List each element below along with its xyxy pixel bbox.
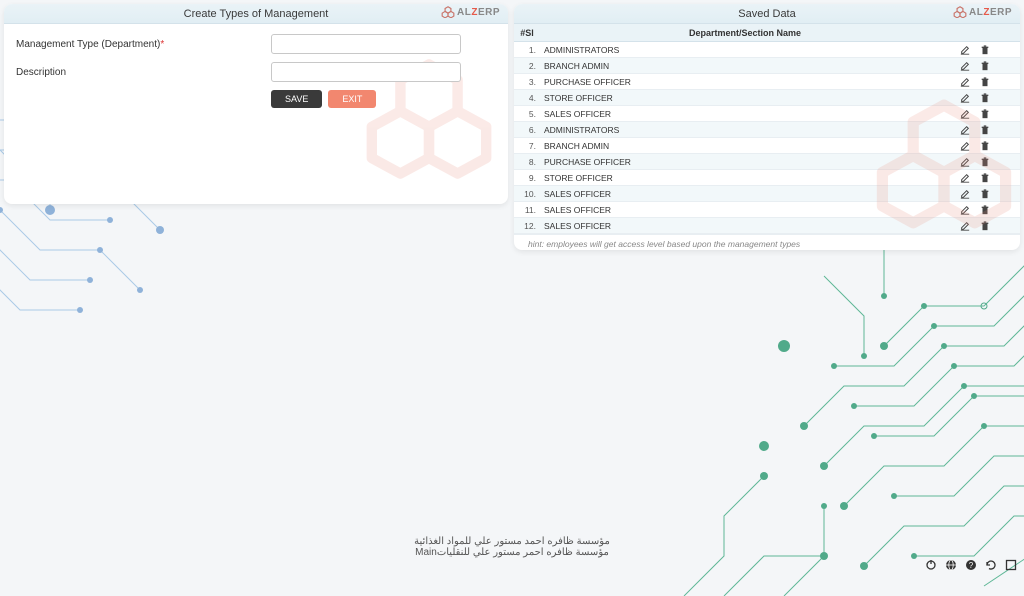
edit-icon[interactable] [960,157,970,167]
column-name: Department/Section Name [540,28,950,38]
delete-icon[interactable] [980,93,990,103]
row-name: SALES OFFICER [540,109,950,119]
brand-logo-icon [441,6,455,18]
delete-icon[interactable] [980,61,990,71]
delete-icon[interactable] [980,77,990,87]
panel-header: Create Types of Management ALZERP [4,4,508,24]
saved-data-panel: Saved Data ALZERP #Sl Department/Section… [514,4,1020,250]
create-management-panel: Create Types of Management ALZERP Manage… [4,4,508,204]
edit-icon[interactable] [960,141,970,151]
management-type-input[interactable] [271,34,461,54]
row-name: STORE OFFICER [540,93,950,103]
row-name: PURCHASE OFFICER [540,157,950,167]
edit-icon[interactable] [960,125,970,135]
table-row: 11.SALES OFFICER [514,202,1020,218]
row-name: BRANCH ADMIN [540,141,950,151]
table-row: 3.PURCHASE OFFICER [514,74,1020,90]
row-sl: 7. [514,141,540,151]
edit-icon[interactable] [960,61,970,71]
row-name: BRANCH ADMIN [540,61,950,71]
svg-text:?: ? [969,561,974,570]
globe-icon[interactable] [944,558,958,572]
panel-title: Create Types of Management [184,8,329,20]
row-sl: 6. [514,125,540,135]
delete-icon[interactable] [980,173,990,183]
table-row: 6.ADMINISTRATORS [514,122,1020,138]
delete-icon[interactable] [980,109,990,119]
panel-title: Saved Data [738,8,795,20]
row-sl: 1. [514,45,540,55]
brand-logo: ALZERP [953,6,1012,18]
row-sl: 11. [514,205,540,215]
table-row: 12.SALES OFFICER [514,218,1020,234]
table-row: 5.SALES OFFICER [514,106,1020,122]
footer-company-text: مؤسسة ظافره احمد مستور علي للمواد الغذائ… [414,536,610,558]
row-sl: 2. [514,61,540,71]
delete-icon[interactable] [980,45,990,55]
edit-icon[interactable] [960,173,970,183]
row-name: PURCHASE OFFICER [540,77,950,87]
edit-icon[interactable] [960,77,970,87]
row-sl: 8. [514,157,540,167]
help-icon[interactable]: ? [964,558,978,572]
row-name: SALES OFFICER [540,189,950,199]
row-name: ADMINISTRATORS [540,125,950,135]
table-header: #Sl Department/Section Name [514,24,1020,42]
exit-button[interactable]: EXIT [328,90,376,108]
row-sl: 10. [514,189,540,199]
edit-icon[interactable] [960,45,970,55]
table-row: 9.STORE OFFICER [514,170,1020,186]
row-sl: 4. [514,93,540,103]
row-sl: 12. [514,221,540,231]
row-name: SALES OFFICER [540,221,950,231]
table-row: 2.BRANCH ADMIN [514,58,1020,74]
table-row: 10.SALES OFFICER [514,186,1020,202]
edit-icon[interactable] [960,205,970,215]
row-name: STORE OFFICER [540,173,950,183]
hint-text: hint: employees will get access level ba… [514,234,1020,250]
save-button[interactable]: SAVE [271,90,322,108]
edit-icon[interactable] [960,221,970,231]
description-input[interactable] [271,62,461,82]
delete-icon[interactable] [980,205,990,215]
row-sl: 5. [514,109,540,119]
footer-toolbar: ? [924,558,1018,572]
table-row: 1.ADMINISTRATORS [514,42,1020,58]
edit-icon[interactable] [960,189,970,199]
edit-icon[interactable] [960,93,970,103]
edit-icon[interactable] [960,109,970,119]
table-row: 7.BRANCH ADMIN [514,138,1020,154]
delete-icon[interactable] [980,189,990,199]
row-name: SALES OFFICER [540,205,950,215]
decorative-circuit-right [624,246,1024,596]
delete-icon[interactable] [980,125,990,135]
column-sl: #Sl [514,28,540,38]
brand-logo: ALZERP [441,6,500,18]
management-type-label: Management Type (Department)* [16,39,271,50]
description-label: Description [16,67,271,78]
fullscreen-icon[interactable] [1004,558,1018,572]
delete-icon[interactable] [980,221,990,231]
table-row: 8.PURCHASE OFFICER [514,154,1020,170]
table-row: 4.STORE OFFICER [514,90,1020,106]
row-sl: 9. [514,173,540,183]
panel-header: Saved Data ALZERP [514,4,1020,24]
brand-logo-icon [953,6,967,18]
refresh-icon[interactable] [984,558,998,572]
row-name: ADMINISTRATORS [540,45,950,55]
power-icon[interactable] [924,558,938,572]
delete-icon[interactable] [980,141,990,151]
row-sl: 3. [514,77,540,87]
delete-icon[interactable] [980,157,990,167]
